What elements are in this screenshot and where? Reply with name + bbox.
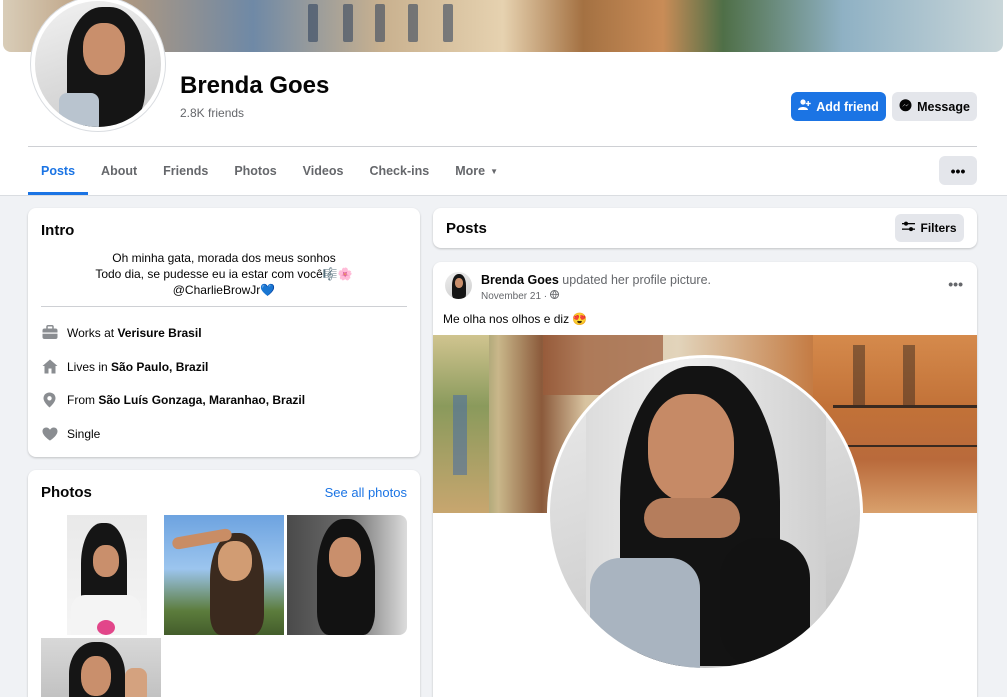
detail-value[interactable]: Verisure Brasil [117,326,201,340]
detail-from: From São Luís Gonzaga, Maranhao, Brazil [41,391,305,408]
tab-friends[interactable]: Friends [150,147,221,195]
friends-count[interactable]: 2.8K friends [180,106,244,120]
message-label: Message [917,99,970,114]
post-text: Me olha nos olhos e diz 😍 [443,312,588,326]
intro-title: Intro [41,222,75,239]
tab-posts[interactable]: Posts [28,147,89,195]
tab-about[interactable]: About [88,147,150,195]
posts-header-card: Posts Filters [433,208,977,248]
bio: Oh minha gata, morada dos meus sonhos To… [28,250,420,298]
heart-icon [41,425,58,442]
location-pin-icon [41,391,58,408]
posts-title: Posts [446,220,487,237]
bio-line: Oh minha gata, morada dos meus sonhos [112,251,336,265]
new-profile-picture[interactable] [547,355,863,671]
globe-icon [550,290,560,302]
tab-check-ins[interactable]: Check-ins [356,147,442,195]
profile-avatar[interactable] [30,0,166,132]
bio-line: Todo dia, se pudesse eu ia estar com voc… [95,267,353,281]
post-date-text[interactable]: November 21 · [481,291,547,302]
bio-line: @CharlieBrowJr💙 [172,283,276,297]
caret-down-icon: ▼ [490,166,498,176]
photos-title: Photos [41,484,92,501]
intro-divider [41,306,407,307]
post-date: November 21 · [481,290,560,302]
see-all-photos-link[interactable]: See all photos [325,485,407,500]
post-author-avatar[interactable] [445,272,472,299]
profile-tabs: Posts About Friends Photos Videos Check-… [28,147,511,195]
tab-videos[interactable]: Videos [290,147,357,195]
intro-card: Intro Oh minha gata, morada dos meus son… [28,208,420,457]
more-options-button[interactable]: ••• [939,156,977,185]
detail-value[interactable]: São Luís Gonzaga, Maranhao, Brazil [98,393,305,407]
detail-prefix: Works at [67,325,115,340]
profile-name: Brenda Goes [180,72,330,99]
photo-thumbnail[interactable] [41,515,161,635]
detail-prefix: Lives in [67,359,108,374]
detail-lives: Lives in São Paulo, Brazil [41,358,208,375]
post-header: Brenda Goes updated her profile picture. [481,273,711,287]
detail-prefix: From [67,392,95,407]
home-icon [41,358,58,375]
detail-value[interactable]: São Paulo, Brazil [111,360,208,374]
profile-header: Brenda Goes 2.8K friends Add friend Mess… [0,0,1007,196]
tab-more[interactable]: More ▼ [442,147,511,195]
detail-value: Single [67,426,101,441]
post-options-button[interactable]: ••• [948,276,963,292]
sliders-icon [902,221,916,235]
add-friend-label: Add friend [816,99,879,114]
photo-thumbnail[interactable] [164,515,284,635]
post-author-name[interactable]: Brenda Goes [481,273,559,287]
add-friend-button[interactable]: Add friend [791,92,886,121]
photo-thumbnail[interactable] [287,515,407,635]
post-card: Brenda Goes updated her profile picture.… [433,262,977,697]
add-person-icon [798,99,811,114]
photo-thumbnail[interactable] [41,638,161,697]
tab-photos[interactable]: Photos [221,147,289,195]
message-button[interactable]: Message [892,92,977,121]
detail-relationship: Single [41,425,100,442]
photos-card: Photos See all photos [28,470,420,697]
tab-more-label: More [455,164,486,178]
post-action: updated her profile picture. [562,273,712,287]
briefcase-icon [41,324,58,341]
detail-work: Works at Verisure Brasil [41,324,202,341]
profile-picture [35,1,161,127]
messenger-icon [899,98,912,115]
filters-button[interactable]: Filters [895,214,964,242]
filters-label: Filters [920,221,957,235]
